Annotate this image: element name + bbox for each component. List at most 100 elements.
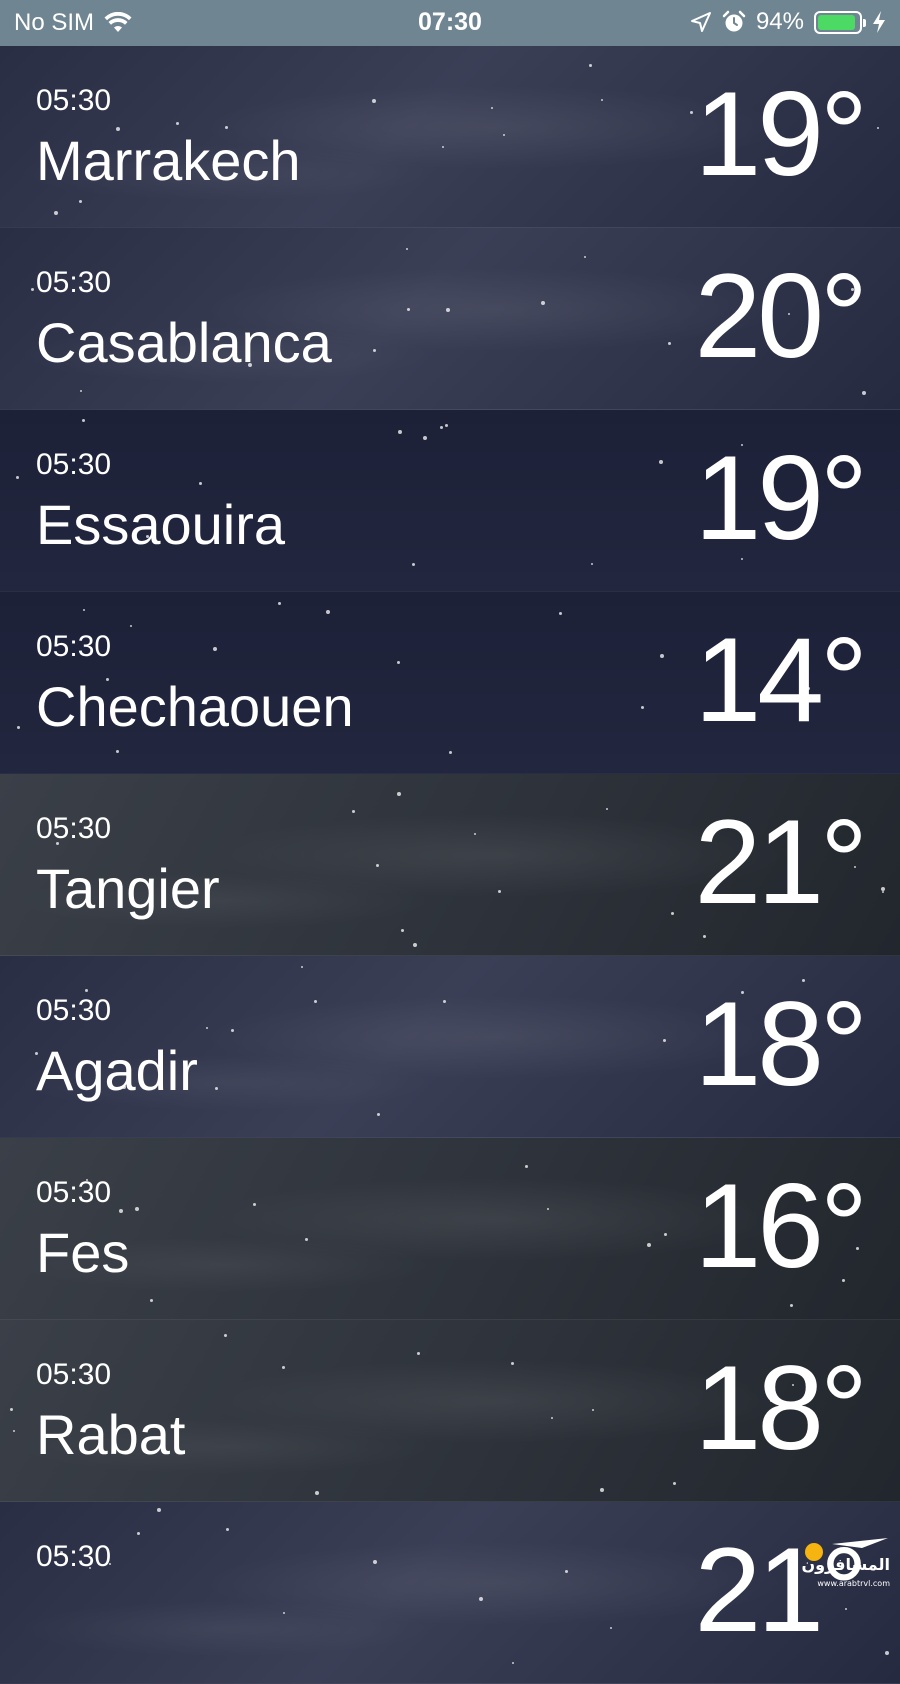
city-row[interactable]: 05:30 Fes 16°: [0, 1138, 900, 1320]
star-dot: [230, 1029, 234, 1033]
star-dot: [119, 1209, 123, 1214]
temperature: 18°: [694, 977, 868, 1111]
star-dot: [300, 965, 303, 968]
star-dot: [397, 791, 402, 796]
star-dot: [647, 1243, 652, 1247]
watermark-url: www.arabtrvl.com: [817, 1579, 890, 1588]
battery-cap: [863, 18, 866, 27]
city-name: Fes: [36, 1221, 130, 1284]
star-dot: [150, 1299, 154, 1303]
local-time: 05:30: [36, 1540, 112, 1573]
star-dot: [80, 390, 83, 393]
star-dot: [206, 1027, 209, 1030]
battery-percent: 94%: [755, 8, 804, 35]
star-dot: [605, 807, 608, 810]
star-dot: [591, 1408, 594, 1411]
star-dot: [411, 563, 415, 567]
city-row[interactable]: 05:30 Chechaouen 14°: [0, 592, 900, 774]
star-dot: [352, 810, 356, 814]
watermark-title: المسافرون العرب: [792, 1555, 890, 1574]
star-dot: [584, 256, 587, 259]
city-list: 05:30 Marrakech 19° 05:30 Casablanca 20°…: [0, 46, 900, 1684]
city-row[interactable]: 05:30 21°: [0, 1502, 900, 1684]
star-dot: [881, 891, 884, 893]
local-time: 05:30: [36, 448, 112, 481]
star-dot: [444, 423, 448, 427]
star-dot: [588, 64, 592, 68]
temperature: 18°: [694, 1341, 868, 1475]
star-dot: [225, 1527, 229, 1531]
star-dot: [417, 1351, 421, 1355]
temperature: 14°: [694, 613, 868, 747]
star-dot: [398, 430, 403, 435]
star-dot: [498, 889, 502, 893]
city-row[interactable]: 05:30 Essaouira 19°: [0, 410, 900, 592]
city-row[interactable]: 05:30 Rabat 18°: [0, 1320, 900, 1502]
star-dot: [690, 110, 694, 114]
star-dot: [10, 1407, 14, 1411]
star-dot: [305, 1237, 309, 1241]
star-dot: [82, 608, 85, 611]
star-dot: [862, 390, 867, 395]
star-dot: [559, 611, 563, 615]
city-row[interactable]: 05:30 Tangier 21°: [0, 774, 900, 956]
star-dot: [877, 126, 880, 129]
star-dot: [371, 99, 376, 104]
star-dot: [277, 602, 281, 605]
star-dot: [326, 610, 331, 615]
star-dot: [281, 1366, 285, 1370]
star-dot: [491, 107, 494, 110]
star-dot: [600, 1488, 605, 1493]
star-dot: [79, 200, 83, 204]
city-name: Rabat: [36, 1403, 186, 1466]
star-dot: [667, 341, 671, 345]
star-dot: [662, 1038, 666, 1042]
star-dot: [375, 863, 379, 867]
local-time: 05:30: [36, 994, 112, 1027]
star-dot: [511, 1662, 514, 1665]
star-dot: [313, 1000, 317, 1004]
star-dot: [400, 929, 404, 932]
star-dot: [224, 1333, 228, 1337]
star-dot: [282, 1611, 285, 1614]
star-dot: [546, 1208, 549, 1211]
star-dot: [406, 307, 410, 311]
star-dot: [881, 886, 886, 891]
local-time: 05:30: [36, 266, 112, 299]
temperature: 19°: [694, 431, 868, 565]
star-dot: [373, 1560, 378, 1565]
temperature: 20°: [694, 249, 868, 383]
star-dot: [673, 1482, 677, 1486]
star-dot: [413, 943, 418, 948]
city-row[interactable]: 05:30 Marrakech 19°: [0, 46, 900, 228]
star-dot: [214, 1086, 218, 1090]
star-dot: [503, 133, 506, 136]
star-dot: [601, 98, 604, 101]
city-row[interactable]: 05:30 Casablanca 20°: [0, 228, 900, 410]
star-dot: [130, 624, 133, 627]
star-dot: [115, 749, 119, 753]
star-dot: [564, 1570, 568, 1573]
star-dot: [199, 481, 203, 485]
city-name: Essaouira: [36, 493, 286, 556]
temperature: 21°: [694, 795, 868, 929]
city-row[interactable]: 05:30 Agadir 18°: [0, 956, 900, 1138]
star-dot: [157, 1507, 162, 1512]
star-dot: [372, 348, 376, 352]
star-dot: [212, 647, 217, 652]
star-dot: [540, 301, 545, 306]
temperature: 16°: [694, 1159, 868, 1293]
star-dot: [591, 562, 594, 565]
star-dot: [31, 288, 35, 292]
star-dot: [16, 476, 20, 480]
star-dot: [446, 307, 451, 312]
local-time: 05:30: [36, 630, 112, 663]
star-dot: [885, 1651, 890, 1656]
star-dot: [511, 1361, 515, 1365]
star-dot: [525, 1165, 529, 1169]
local-time: 05:30: [36, 1358, 112, 1391]
star-dot: [443, 1000, 447, 1004]
star-dot: [13, 1430, 16, 1433]
status-right: 94%: [690, 8, 886, 36]
star-dot: [702, 934, 706, 938]
